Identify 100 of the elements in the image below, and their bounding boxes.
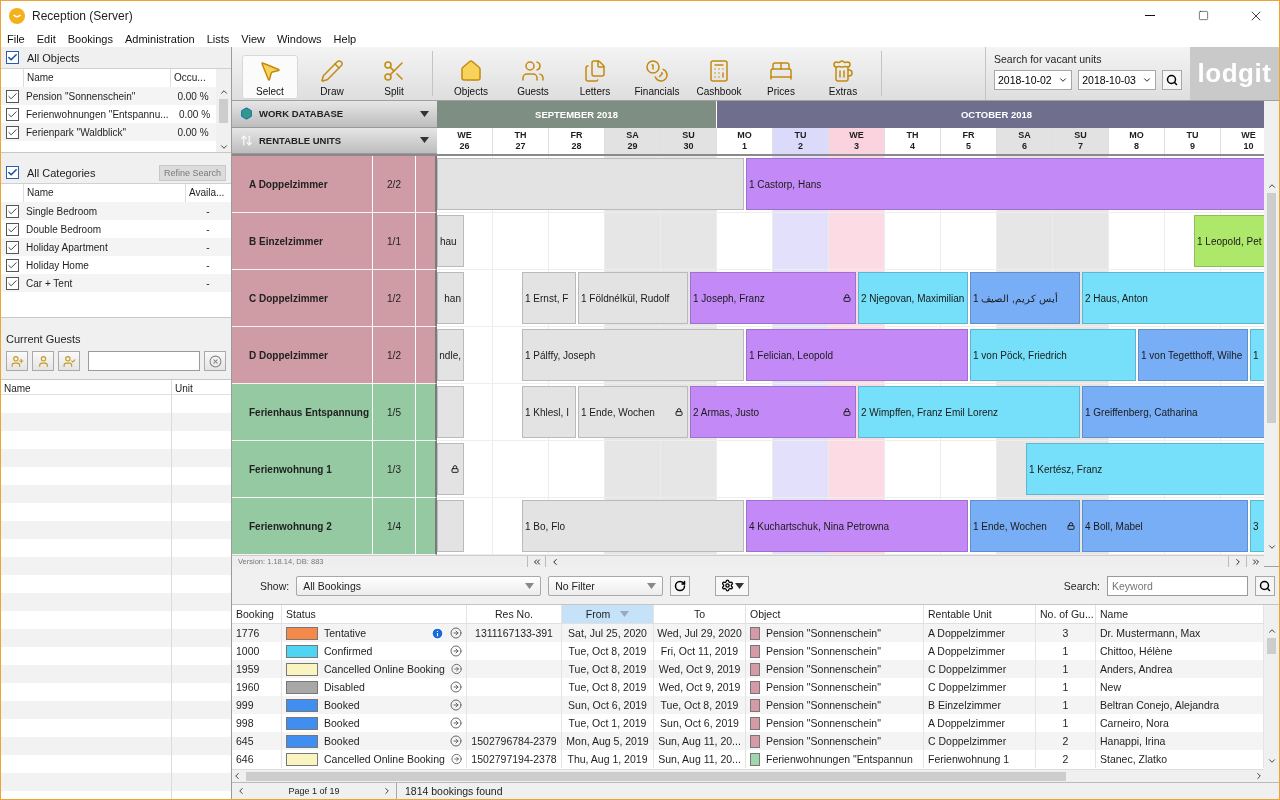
booking-bar[interactable]: 4 Kuchartschuk, Nina Petrowna: [746, 500, 968, 552]
scroll-down-icon[interactable]: [218, 142, 229, 152]
scrollbar-thumb[interactable]: [1267, 193, 1276, 423]
booking-bar[interactable]: 1 Joseph, Franz: [690, 272, 856, 324]
date-picker[interactable]: 2018-10-03: [1078, 70, 1157, 90]
toolbar-button[interactable]: Financials: [629, 55, 685, 99]
previous-page-icon[interactable]: [236, 786, 246, 796]
menu-item[interactable]: Edit: [30, 30, 62, 47]
clear-button[interactable]: [204, 351, 226, 371]
checkbox[interactable]: [5, 107, 19, 121]
table-cell-text: Double Bedroom: [25, 223, 103, 235]
booking-bar[interactable]: 1 Felician, Leopold: [746, 329, 968, 381]
table-row[interactable]: 1959 Cancelled Online Booking Tue, Oct 8, 2019 Wed, Oct 9, 2019 Pension "Sonnenschein" C Doppelzimmer 1 Anders, Andrea: [232, 660, 1264, 678]
scroll-up-icon[interactable]: [1266, 181, 1277, 191]
checkbox[interactable]: [6, 166, 19, 179]
booking-bar[interactable]: 3: [1250, 500, 1264, 552]
menu-item[interactable]: View: [235, 30, 271, 47]
database-dropdown[interactable]: WORK DATABASE: [232, 101, 437, 128]
menu-item[interactable]: Help: [327, 30, 363, 47]
scroll-left-icon[interactable]: [232, 771, 242, 781]
date-picker[interactable]: 2018-10-02: [994, 70, 1073, 90]
guest-search-field[interactable]: [88, 351, 200, 371]
booking-bar[interactable]: 2 Njegovan, Maximilian: [858, 272, 968, 324]
toolbar-button[interactable]: Guests: [505, 55, 561, 99]
scroll-down-icon[interactable]: [1266, 756, 1277, 766]
checkbox[interactable]: [5, 89, 19, 103]
column-header[interactable]: From: [562, 605, 654, 623]
scrollbar-thumb[interactable]: [1267, 638, 1276, 654]
booking-bar[interactable]: 1 Ernst, F: [522, 272, 576, 324]
add-guest-button[interactable]: [6, 351, 28, 371]
checkbox[interactable]: [5, 125, 19, 139]
object-text: Pension "Sonnenschein": [766, 645, 882, 657]
day-header: TH 4: [885, 128, 941, 154]
scrollbar[interactable]: [232, 769, 1264, 782]
toolbar-button[interactable]: Split: [366, 55, 422, 99]
booking-bar[interactable]: 2 Wimpffen, Franz Emil Lorenz: [858, 386, 1080, 438]
booking-bar[interactable]: [437, 443, 464, 495]
scrollbar[interactable]: [216, 69, 231, 152]
scroll-up-icon[interactable]: [218, 87, 229, 97]
scroll-up-icon[interactable]: [1266, 626, 1277, 636]
filter-dropdown[interactable]: No Filter: [548, 575, 664, 596]
search-field[interactable]: Keyword: [1107, 575, 1248, 596]
toolbar-button[interactable]: Letters: [567, 55, 623, 99]
toolbar-button[interactable]: Prices: [753, 55, 809, 99]
table-row[interactable]: 999 Booked Sun, Oct 6, 2019 Tue, Oct 8, 2019 Pension "Sonnenschein" B Einzelzimmer 1 Beltran Conejo, Alejandra: [232, 696, 1264, 714]
object-text: Ferienwohnungen "Entspannun: [766, 753, 914, 765]
booking-bar[interactable]: 1 Kertész, Franz: [1026, 443, 1264, 495]
view-dropdown[interactable]: RENTABLE UNITS: [232, 127, 437, 154]
menu-item[interactable]: Windows: [270, 30, 328, 47]
booking-bar[interactable]: 1 Földnélkül, Rudolf: [578, 272, 688, 324]
guest-button[interactable]: [32, 351, 54, 371]
booking-bar[interactable]: han: [437, 272, 464, 324]
booking-bar[interactable]: 1 Leopold, Pet: [1194, 215, 1264, 267]
booking-bar[interactable]: 1 Greiffenberg, Catharina: [1082, 386, 1264, 438]
checkbox[interactable]: [5, 222, 19, 236]
scrollbar-thumb[interactable]: [219, 99, 228, 123]
menu-item[interactable]: Administration: [118, 30, 201, 47]
scrollbar[interactable]: [1264, 605, 1279, 782]
booking-bar[interactable]: hau: [437, 215, 464, 267]
booking-bar[interactable]: 2 Armas, Justo: [690, 386, 856, 438]
refresh-button[interactable]: [670, 575, 691, 596]
booking-bar[interactable]: 2 Haus, Anton: [1082, 272, 1264, 324]
toolbar-button[interactable]: Draw: [304, 55, 360, 99]
booking-bar[interactable]: 1 أيس كريم, الصيف: [970, 272, 1080, 324]
check-guest-button[interactable]: [58, 351, 80, 371]
scroll-right-icon[interactable]: [1254, 771, 1264, 781]
info-icon[interactable]: [431, 626, 444, 640]
booking-bar[interactable]: 1 Ende, Wochen: [578, 386, 688, 438]
search-button[interactable]: [1255, 575, 1275, 596]
checkbox[interactable]: [6, 51, 19, 64]
booking-bar[interactable]: 1 Ende, Wochen: [970, 500, 1080, 552]
scroll-down-icon[interactable]: [1266, 542, 1277, 552]
menu-item[interactable]: File: [1, 30, 31, 47]
table-row[interactable]: 645 Booked 1502796784-2379 Mon, Aug 5, 2019 Sun, Aug 11, 20... Pension "Sonnenschein" C Doppelzimmer 2 Hanappi, Irina: [232, 732, 1264, 750]
toolbar-button[interactable]: Select: [242, 55, 298, 99]
settings-button[interactable]: [715, 575, 750, 596]
booking-bar[interactable]: 1 von Tegetthoff, Wilhe: [1138, 329, 1248, 381]
booking-bar[interactable]: 1 Khlesl, I: [522, 386, 576, 438]
booking-bar[interactable]: 4 Boll, Mabel: [1082, 500, 1248, 552]
checkbox[interactable]: [5, 204, 19, 218]
booking-bar[interactable]: 1: [1250, 329, 1264, 381]
checkbox[interactable]: [5, 240, 19, 254]
booking-bar[interactable]: ndle,: [437, 329, 464, 381]
toolbar-button[interactable]: Cashbook: [691, 55, 747, 99]
day-header: SU 30: [661, 128, 717, 154]
booking-bar[interactable]: 1 Pálffy, Joseph: [522, 329, 744, 381]
toolbar-button[interactable]: Objects: [443, 55, 499, 99]
scrollbar-thumb[interactable]: [246, 771, 1066, 781]
next-page-icon[interactable]: [382, 786, 392, 796]
show-dropdown[interactable]: All Bookings: [296, 575, 542, 596]
menu-item[interactable]: Bookings: [61, 30, 119, 47]
checkbox[interactable]: [5, 276, 19, 290]
checkbox[interactable]: [5, 258, 19, 272]
booking-bar[interactable]: 1 von Pöck, Friedrich: [970, 329, 1136, 381]
toolbar-button[interactable]: Extras: [815, 55, 871, 99]
booking-bar[interactable]: 1 Castorp, Hans: [746, 158, 1264, 210]
menu-item[interactable]: Lists: [200, 30, 236, 47]
month-header: SEPTEMBER 2018: [437, 101, 717, 128]
booking-bar[interactable]: 1 Bo, Flo: [522, 500, 744, 552]
search-button[interactable]: [1162, 70, 1182, 90]
